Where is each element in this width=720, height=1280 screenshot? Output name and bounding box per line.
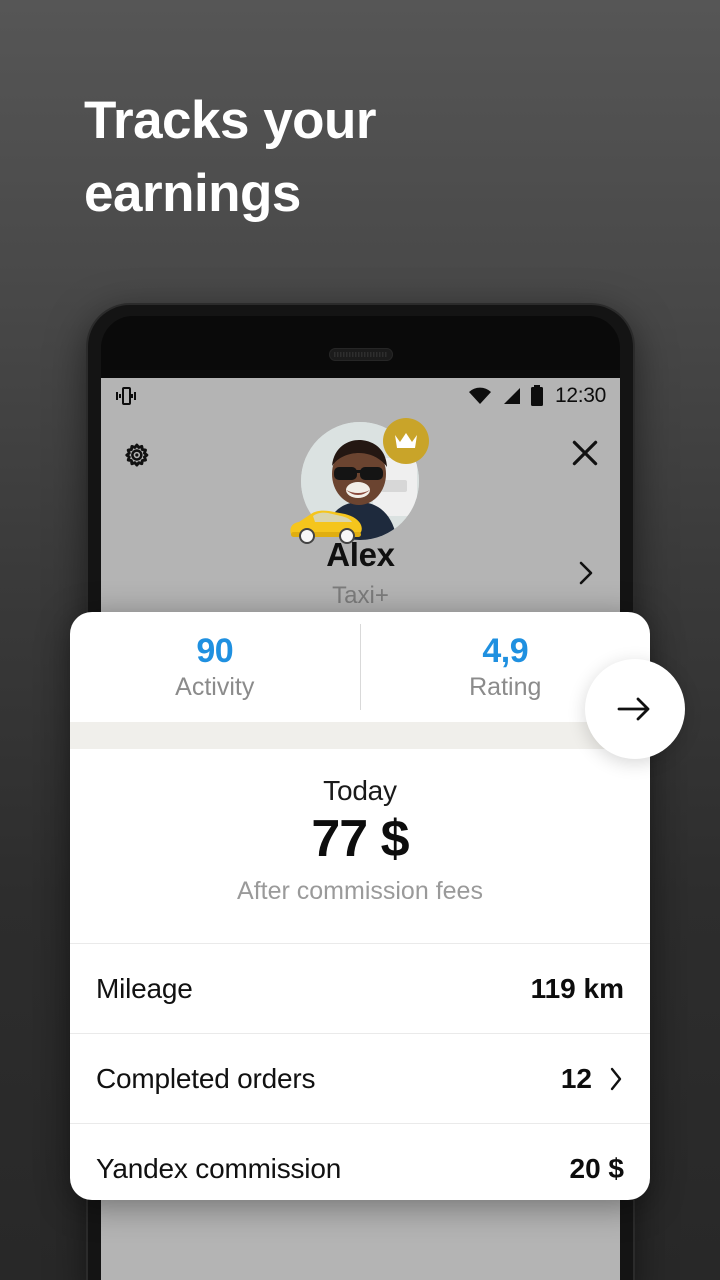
profile-header: Alex Taxi+ [101,414,620,629]
stat-activity[interactable]: 90 Activity [70,632,360,702]
status-bar: 12:30 [101,378,620,414]
row-value: 119 km [531,973,624,1005]
today-amount: 77 $ [311,810,409,868]
status-time: 12:30 [554,384,606,407]
stat-value: 4,9 [482,631,529,670]
vibrate-icon [115,384,137,408]
chevron-right-icon[interactable] [608,1066,624,1092]
earnings-row-list: Mileage 119 km Completed orders 12 Yande… [70,943,650,1200]
row-value-text: 20 $ [569,1153,625,1184]
earnings-details-button[interactable] [585,659,685,759]
today-earnings-block: Today 77 $ After commission fees [70,749,650,943]
stat-label: Activity [175,673,255,702]
today-label: Today [323,775,397,806]
wifi-icon [468,387,491,404]
close-icon[interactable] [568,436,602,470]
row-label: Yandex commission [96,1153,342,1184]
table-row[interactable]: Completed orders 12 [70,1034,650,1124]
earnings-card: 90 Activity 4,9 Rating Today 77 $ After … [70,612,685,1200]
section-separator [70,722,650,749]
gear-icon[interactable] [119,438,153,472]
row-value-text: 119 km [530,972,624,1004]
earpiece-speaker-icon [328,348,393,361]
driver-name: Alex [326,536,395,573]
table-row[interactable]: Mileage 119 km [70,944,650,1034]
row-value: 12 [561,1063,624,1095]
row-value: 20 $ [570,1153,625,1185]
row-label: Completed orders [96,1062,316,1094]
avatar[interactable] [289,418,429,544]
page-title: Tracks your earnings [84,91,377,224]
stats-row: 90 Activity 4,9 Rating [70,612,650,722]
battery-icon [530,385,543,406]
arrow-right-icon [617,697,650,721]
signal-icon [503,388,520,404]
stat-value: 90 [196,631,234,670]
crown-icon [394,433,417,448]
row-value-text: 12 [560,1062,592,1094]
table-row[interactable]: Yandex commission 20 $ [70,1124,650,1200]
crown-badge [382,418,429,464]
driver-tier: Taxi+ [332,582,389,609]
row-label: Mileage [96,972,193,1004]
today-note: After commission fees [237,877,483,905]
